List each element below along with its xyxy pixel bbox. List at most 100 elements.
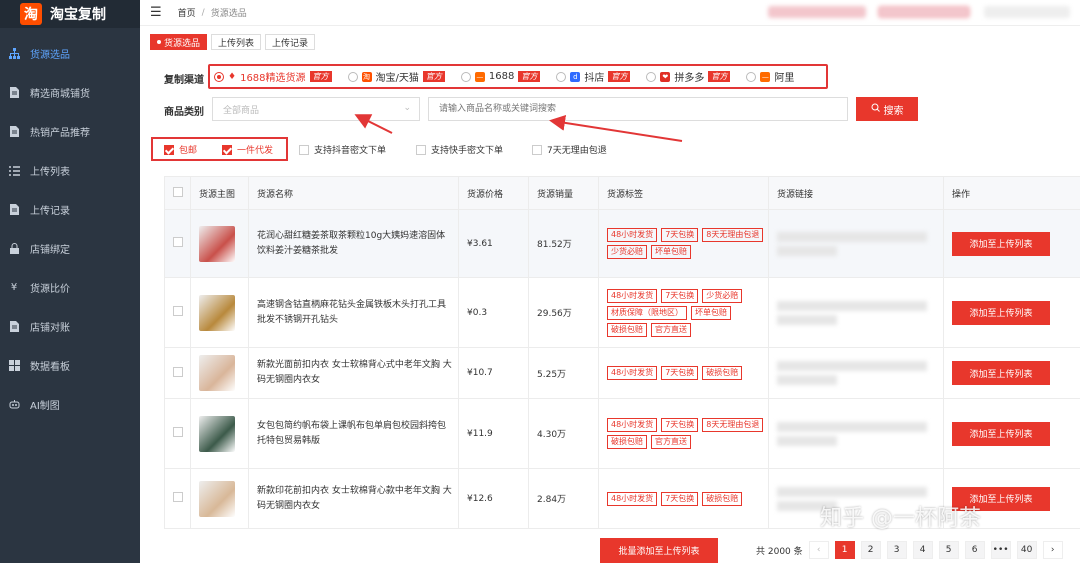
- select-all-checkbox[interactable]: [173, 186, 183, 197]
- page-button[interactable]: 4: [912, 541, 933, 559]
- sidebar-item-dashboard[interactable]: 数据看板: [0, 346, 140, 385]
- menu-toggle-icon[interactable]: ☰: [150, 5, 162, 20]
- redacted-user[interactable]: [984, 6, 1070, 18]
- checkbox[interactable]: [416, 144, 426, 155]
- service-tag: 7天包换: [661, 418, 699, 432]
- product-name[interactable]: 花润心甜红糖姜茶取茶颗粒10g大姨妈速溶固体饮料姜汁姜糖茶批发: [257, 229, 453, 259]
- prev-page-button[interactable]: ‹: [808, 541, 829, 559]
- redacted-link[interactable]: [777, 314, 837, 325]
- sidebar-item-ai-image[interactable]: AI制图: [0, 385, 140, 424]
- column-header: 操作: [943, 176, 1080, 210]
- tags-cell: 48小时发货 7天包换 破损包赔: [598, 347, 769, 399]
- product-name[interactable]: 高速钢含钴直柄麻花钻头金属铁板木头打孔工具批发不锈钢开孔钻头: [257, 298, 453, 328]
- sidebar-item-price-compare[interactable]: ¥ 货源比价: [0, 268, 140, 307]
- product-name[interactable]: 新款印花前扣内衣 女士软棉背心款中老年文胸 大码无钢圈内衣女: [257, 484, 453, 514]
- redacted-link[interactable]: [777, 245, 837, 256]
- next-page-button[interactable]: ›: [1042, 541, 1063, 559]
- douyin-store-icon: d: [570, 71, 581, 82]
- add-to-upload-list-button[interactable]: 添加至上传列表: [952, 421, 1050, 446]
- sidebar-item-hot-products[interactable]: 热销产品推荐: [0, 112, 140, 151]
- product-thumbnail[interactable]: [199, 480, 235, 517]
- page-button[interactable]: 40: [1016, 541, 1037, 559]
- radio-button[interactable]: [347, 71, 358, 82]
- batch-add-button[interactable]: 批量添加至上传列表: [600, 538, 718, 563]
- column-header: 货源主图: [190, 176, 249, 210]
- redacted-account[interactable]: [878, 6, 970, 18]
- checkbox-label: 包邮: [179, 146, 198, 156]
- sidebar-item-upload-records[interactable]: 上传记录: [0, 190, 140, 229]
- add-to-upload-list-button[interactable]: 添加至上传列表: [952, 361, 1050, 385]
- product-table: 货源主图 货源名称 货源价格 货源销量 货源标签 货源链接 操作 花润心甜红糖姜…: [164, 176, 1080, 529]
- row-checkbox[interactable]: [173, 492, 183, 502]
- tab-upload-records[interactable]: 上传记录: [265, 34, 316, 50]
- row-checkbox[interactable]: [173, 306, 183, 316]
- page-ellipsis[interactable]: •••: [990, 541, 1011, 559]
- page-button[interactable]: 5: [938, 541, 959, 559]
- breadcrumb-home[interactable]: 首页: [178, 6, 196, 19]
- radio-button[interactable]: [746, 71, 757, 82]
- channel-option-pinduoduo[interactable]: ❤ 拼多多 官方: [646, 69, 731, 84]
- sidebar-item-mall-listing[interactable]: 精选商城铺货: [0, 73, 140, 112]
- redacted-link[interactable]: [777, 375, 837, 385]
- row-checkbox[interactable]: [173, 366, 183, 377]
- radio-button[interactable]: [556, 71, 567, 82]
- redacted-link[interactable]: [777, 231, 927, 242]
- checkbox-douyin-cipher[interactable]: 支持抖音密文下单: [299, 143, 386, 156]
- sidebar-item-store-reconcile[interactable]: 店铺对账: [0, 307, 140, 346]
- tab-upload-list[interactable]: 上传列表: [211, 34, 262, 50]
- redacted-link[interactable]: [777, 486, 927, 497]
- redacted-link[interactable]: [777, 435, 837, 446]
- channel-option-taobao[interactable]: 淘 淘宝/天猫 官方: [347, 69, 445, 84]
- radio-button[interactable]: [214, 71, 224, 82]
- tag-list: 48小时发货 7天包换 破损包赔: [607, 366, 767, 380]
- radio-button[interactable]: [646, 71, 657, 82]
- product-thumbnail[interactable]: [199, 355, 235, 391]
- page-button[interactable]: 1: [834, 541, 855, 559]
- sidebar-item-upload-list[interactable]: 上传列表: [0, 151, 140, 190]
- redacted-link[interactable]: [777, 421, 927, 432]
- price-cell: ¥0.3: [458, 277, 529, 348]
- checkbox[interactable]: [532, 144, 542, 155]
- redacted-link[interactable]: [777, 361, 927, 371]
- channel-option-douyin[interactable]: d 抖店 官方: [556, 69, 631, 84]
- page-button[interactable]: 3: [886, 541, 907, 559]
- checkbox-7day-return[interactable]: 7天无理由包退: [532, 143, 607, 156]
- product-thumbnail[interactable]: [199, 294, 235, 331]
- channel-option-ali[interactable]: — 阿里: [746, 69, 794, 84]
- checkbox[interactable]: [222, 144, 232, 155]
- sidebar-item-source-selection[interactable]: 货源选品: [0, 34, 140, 73]
- product-thumbnail[interactable]: [199, 225, 235, 262]
- checkbox[interactable]: [299, 144, 309, 155]
- sales-cell: 29.56万: [528, 277, 599, 348]
- checkbox[interactable]: [164, 144, 174, 155]
- channel-option-label: 阿里: [774, 73, 795, 84]
- category-label: 商品类别: [164, 107, 204, 118]
- price-cell: ¥12.6: [458, 468, 529, 529]
- product-thumbnail[interactable]: [199, 415, 235, 452]
- row-checkbox[interactable]: [173, 237, 183, 247]
- redacted-link[interactable]: [777, 300, 927, 311]
- row-checkbox[interactable]: [173, 427, 183, 437]
- tab-source-selection[interactable]: 货源选品: [150, 34, 208, 50]
- channel-option-1688[interactable]: — 1688 官方: [460, 71, 541, 82]
- page-button[interactable]: 6: [964, 541, 985, 559]
- channel-option-1688-selected[interactable]: ♦ 1688精选货源 官方: [214, 69, 332, 84]
- checkbox-label: 支持快手密文下单: [431, 146, 504, 156]
- add-to-upload-list-button[interactable]: 添加至上传列表: [952, 231, 1050, 256]
- sidebar-item-store-binding[interactable]: 店铺绑定: [0, 229, 140, 268]
- checkbox-kuaishou-cipher[interactable]: 支持快手密文下单: [416, 143, 503, 156]
- search-input[interactable]: [428, 97, 848, 121]
- product-name[interactable]: 女包包简约帆布袋上课帆布包单肩包校园斜挎包托特包贸易韩版: [257, 419, 453, 449]
- search-button[interactable]: 搜索: [856, 97, 918, 121]
- price-cell: ¥10.7: [458, 347, 529, 399]
- radio-button[interactable]: [460, 71, 471, 82]
- checkbox-free-shipping[interactable]: 包邮: [164, 143, 197, 156]
- add-to-upload-list-button[interactable]: 添加至上传列表: [952, 300, 1050, 325]
- product-name[interactable]: 新款光面前扣内衣 女士软棉背心式中老年文胸 大码无钢圈内衣女: [257, 358, 453, 388]
- ali-icon: —: [760, 71, 771, 82]
- checkbox-dropship[interactable]: 一件代发: [222, 143, 273, 156]
- category-select[interactable]: 全部商品 ⌄: [212, 97, 420, 121]
- channel-option-label: 拼多多: [674, 73, 705, 84]
- document-icon: [8, 204, 20, 216]
- page-button[interactable]: 2: [860, 541, 881, 559]
